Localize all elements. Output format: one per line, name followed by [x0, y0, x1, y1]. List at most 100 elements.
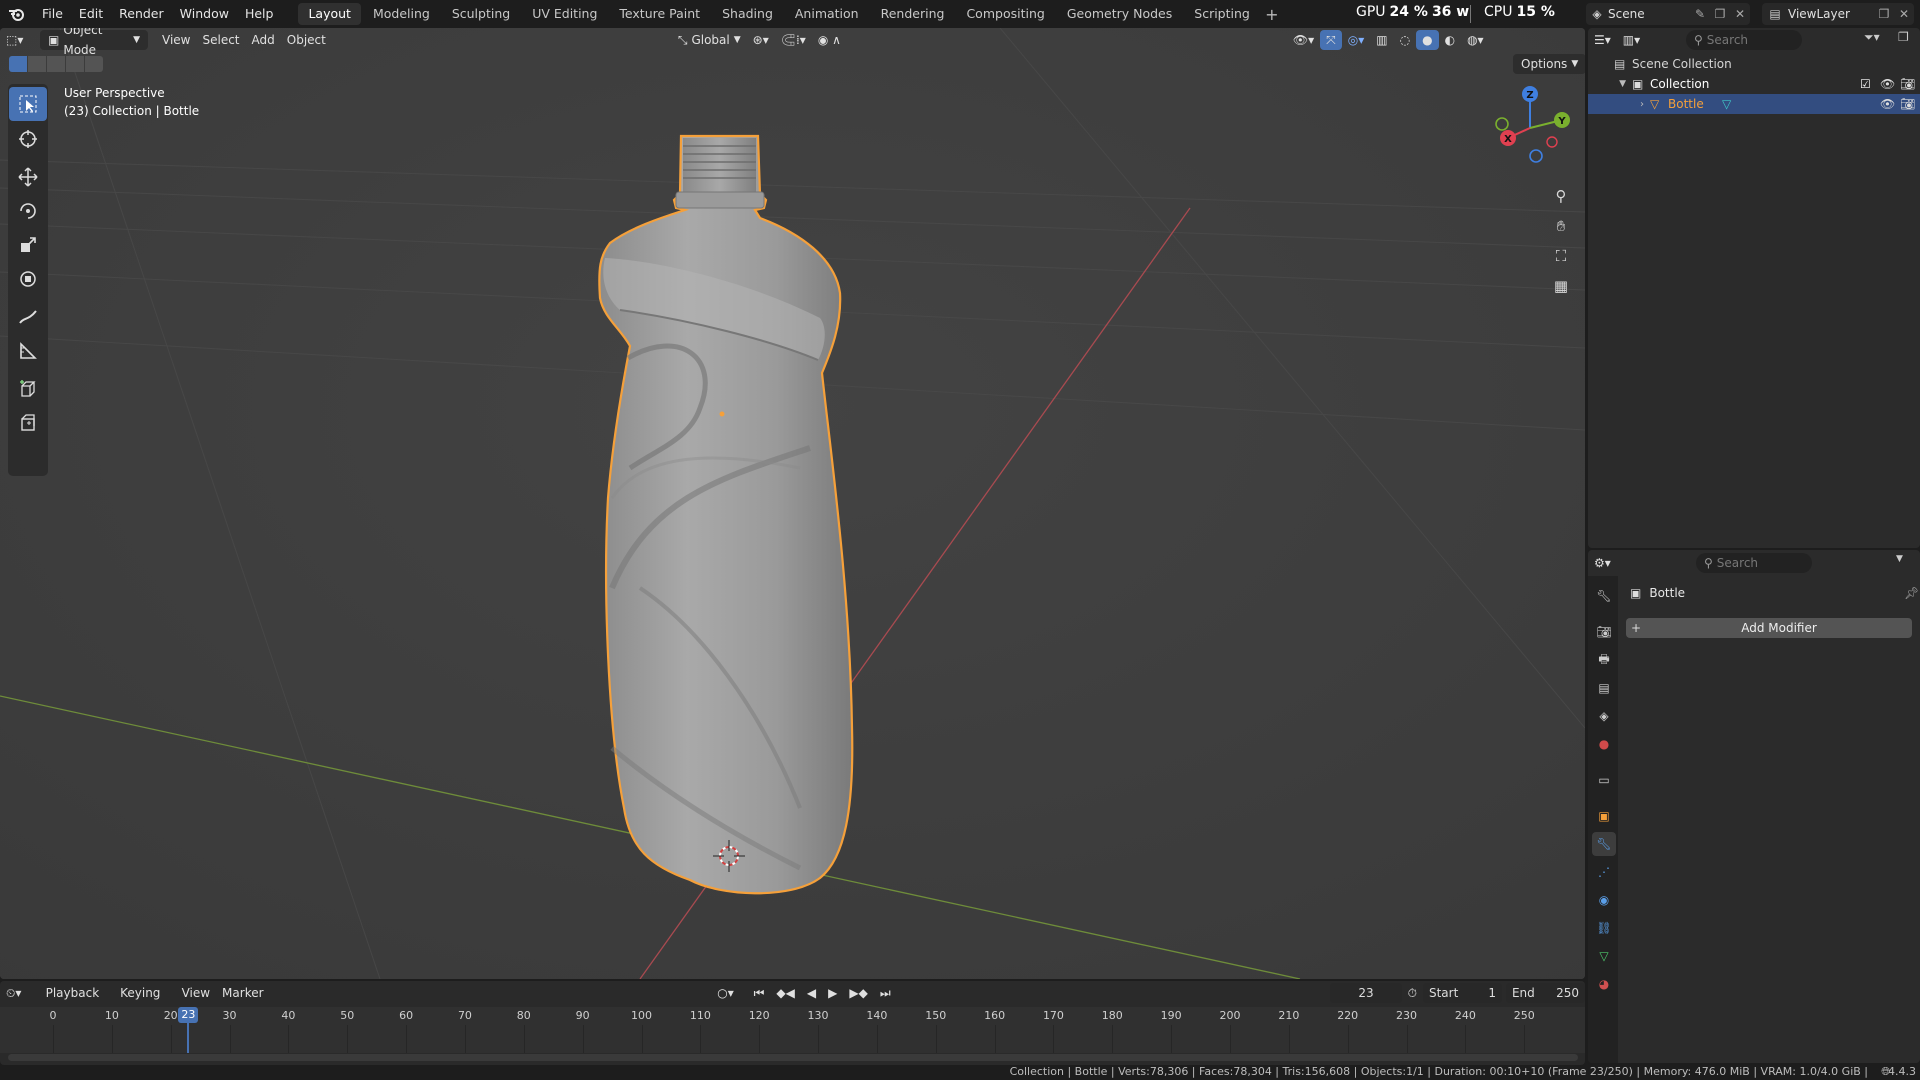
- mesh-data-icon[interactable]: ▽: [1722, 97, 1880, 111]
- pin-icon[interactable]: ✎: [1690, 7, 1710, 21]
- chevron-down-icon[interactable]: ▼: [1588, 79, 1632, 89]
- auto-keying-icon[interactable]: ○▾: [711, 983, 740, 1003]
- new-collection-icon[interactable]: ❐: [1898, 30, 1909, 44]
- add-workspace-button[interactable]: +: [1261, 5, 1283, 24]
- filter-icon[interactable]: ⏷▾: [1864, 30, 1880, 45]
- checkbox-icon[interactable]: ☑: [1860, 77, 1880, 91]
- move-tool[interactable]: [9, 160, 47, 194]
- tab-geometry-nodes[interactable]: Geometry Nodes: [1057, 3, 1182, 25]
- properties-editor-icon[interactable]: ⚙▾: [1588, 553, 1617, 573]
- pin-icon[interactable]: 📌︎: [1904, 586, 1919, 600]
- select-intersect-icon[interactable]: [85, 56, 103, 72]
- select-subtract-icon[interactable]: [47, 56, 65, 72]
- jump-next-keyframe-icon[interactable]: ▶◆: [843, 983, 873, 1003]
- pan-hand-icon[interactable]: ✋︎: [1547, 212, 1575, 240]
- tab-data-icon[interactable]: ▽: [1592, 944, 1616, 968]
- shading-material-icon[interactable]: ◐: [1439, 30, 1461, 50]
- select-new-icon[interactable]: [9, 56, 27, 72]
- shading-wireframe-icon[interactable]: ◌: [1394, 30, 1416, 50]
- tab-tool-icon[interactable]: 🔧︎: [1592, 584, 1616, 608]
- camera-view-icon[interactable]: ⛶: [1547, 242, 1575, 270]
- tab-rendering[interactable]: Rendering: [871, 3, 955, 25]
- annotate-tool[interactable]: [9, 300, 47, 334]
- menu-render[interactable]: Render: [111, 0, 172, 28]
- tab-render-icon[interactable]: 📷︎: [1592, 620, 1616, 644]
- end-frame-field[interactable]: End 250: [1505, 983, 1585, 1003]
- tab-material-icon[interactable]: ◕: [1592, 972, 1616, 996]
- chevron-down-icon[interactable]: ▼: [1896, 554, 1903, 564]
- tab-sculpting[interactable]: Sculpting: [442, 3, 520, 25]
- stopwatch-icon[interactable]: ⏱: [1402, 983, 1423, 1003]
- cursor-tool[interactable]: [9, 122, 47, 156]
- delete-scene-icon[interactable]: ✕: [1730, 7, 1750, 21]
- menu-view-timeline[interactable]: View: [176, 983, 216, 1003]
- playhead-line[interactable]: [187, 1019, 190, 1053]
- tab-uv-editing[interactable]: UV Editing: [522, 3, 607, 25]
- mode-dropdown[interactable]: ▣ Object Mode ▼: [40, 28, 148, 57]
- jump-start-icon[interactable]: ⏮: [748, 983, 771, 1003]
- menu-select[interactable]: Select: [196, 30, 245, 50]
- tab-output-icon[interactable]: 🖶︎: [1592, 648, 1616, 672]
- visibility-icon[interactable]: 👁︎▾: [1287, 30, 1320, 50]
- scene-selector[interactable]: ◈ Scene ✎ ❐ ✕: [1586, 3, 1750, 25]
- menu-view[interactable]: View: [156, 30, 196, 50]
- tab-modeling[interactable]: Modeling: [363, 3, 440, 25]
- tab-object-icon[interactable]: ▣: [1592, 804, 1616, 828]
- tab-layout[interactable]: Layout: [298, 3, 361, 25]
- timeline-ruler[interactable]: 0 10 20 30 40 50 60 70 80 90 100 110 120 130 140 150 160…: [0, 1007, 1585, 1053]
- start-frame-field[interactable]: Start 1: [1422, 983, 1503, 1003]
- outliner-row-collection[interactable]: ▼ ▣ Collection ☑ 👁︎ 📷︎: [1588, 74, 1920, 94]
- select-invert-icon[interactable]: [66, 56, 84, 72]
- outliner-editor-icon[interactable]: ☰▾: [1588, 30, 1617, 50]
- outliner-row-scene-collection[interactable]: ▤ Scene Collection: [1588, 54, 1920, 74]
- tab-shading[interactable]: Shading: [712, 3, 783, 25]
- shading-rendered-icon[interactable]: ◍▾: [1461, 30, 1490, 50]
- jump-end-icon[interactable]: ⏭: [874, 983, 897, 1003]
- overlays-icon[interactable]: ◎▾: [1342, 30, 1371, 50]
- menu-file[interactable]: File: [34, 0, 71, 28]
- transform-tool[interactable]: [9, 262, 47, 296]
- tab-particles-icon[interactable]: ⋰: [1592, 860, 1616, 884]
- 3d-viewport[interactable]: ⬚▾ ▣ Object Mode ▼ View Select Add Objec…: [0, 28, 1585, 979]
- new-scene-icon[interactable]: ❐: [1710, 7, 1730, 21]
- add-cube-tool[interactable]: [9, 372, 47, 406]
- select-extend-icon[interactable]: [28, 56, 46, 72]
- properties-search-input[interactable]: ⚲ Search: [1696, 553, 1812, 573]
- tab-compositing[interactable]: Compositing: [956, 3, 1054, 25]
- ortho-grid-icon[interactable]: ▦: [1547, 272, 1575, 300]
- menu-keying[interactable]: Keying ▾: [114, 983, 175, 1020]
- rotate-tool[interactable]: [9, 194, 47, 228]
- menu-playback[interactable]: Playback ▾: [40, 983, 115, 1020]
- options-dropdown[interactable]: Options ▼: [1513, 54, 1585, 74]
- menu-window[interactable]: Window: [172, 0, 237, 28]
- tab-collection-icon[interactable]: ▭: [1592, 768, 1616, 792]
- editor-type-icon[interactable]: ⬚▾: [0, 30, 40, 50]
- select-box-tool[interactable]: [9, 87, 47, 121]
- eye-icon[interactable]: 👁︎: [1880, 77, 1900, 91]
- play-icon[interactable]: ▶: [822, 983, 843, 1003]
- tab-view-layer-icon[interactable]: ▤: [1592, 676, 1616, 700]
- menu-object[interactable]: Object: [281, 30, 332, 50]
- menu-edit[interactable]: Edit: [71, 0, 111, 28]
- tab-texture-paint[interactable]: Texture Paint: [609, 3, 710, 25]
- camera-icon[interactable]: 📷︎: [1900, 97, 1920, 111]
- outliner-search-input[interactable]: ⚲ Search: [1686, 30, 1802, 50]
- jump-prev-keyframe-icon[interactable]: ◆◀: [770, 983, 800, 1003]
- tab-animation[interactable]: Animation: [785, 3, 869, 25]
- tab-modifier-icon[interactable]: 🔧︎: [1592, 832, 1616, 856]
- add-primitive-tool[interactable]: [9, 406, 47, 440]
- transform-orientation-dropdown[interactable]: ⤡ Global ▼: [672, 30, 747, 50]
- measure-tool[interactable]: [9, 334, 47, 368]
- add-modifier-button[interactable]: + Add Modifier: [1626, 618, 1912, 638]
- shading-solid-icon[interactable]: ●: [1416, 30, 1439, 50]
- menu-help[interactable]: Help: [237, 0, 282, 28]
- delete-viewlayer-icon[interactable]: ✕: [1894, 7, 1914, 21]
- chevron-right-icon[interactable]: ›: [1588, 99, 1650, 110]
- tab-world-icon[interactable]: ●: [1592, 732, 1616, 756]
- timeline-scrollbar[interactable]: [8, 1054, 1578, 1061]
- xray-icon[interactable]: ▥: [1370, 30, 1393, 50]
- menu-marker[interactable]: Marker: [216, 983, 269, 1003]
- viewlayer-selector[interactable]: ▤ ViewLayer ❐ ✕: [1762, 3, 1914, 25]
- new-viewlayer-icon[interactable]: ❐: [1874, 7, 1894, 21]
- tab-constraints-icon[interactable]: ⛓︎: [1592, 916, 1616, 940]
